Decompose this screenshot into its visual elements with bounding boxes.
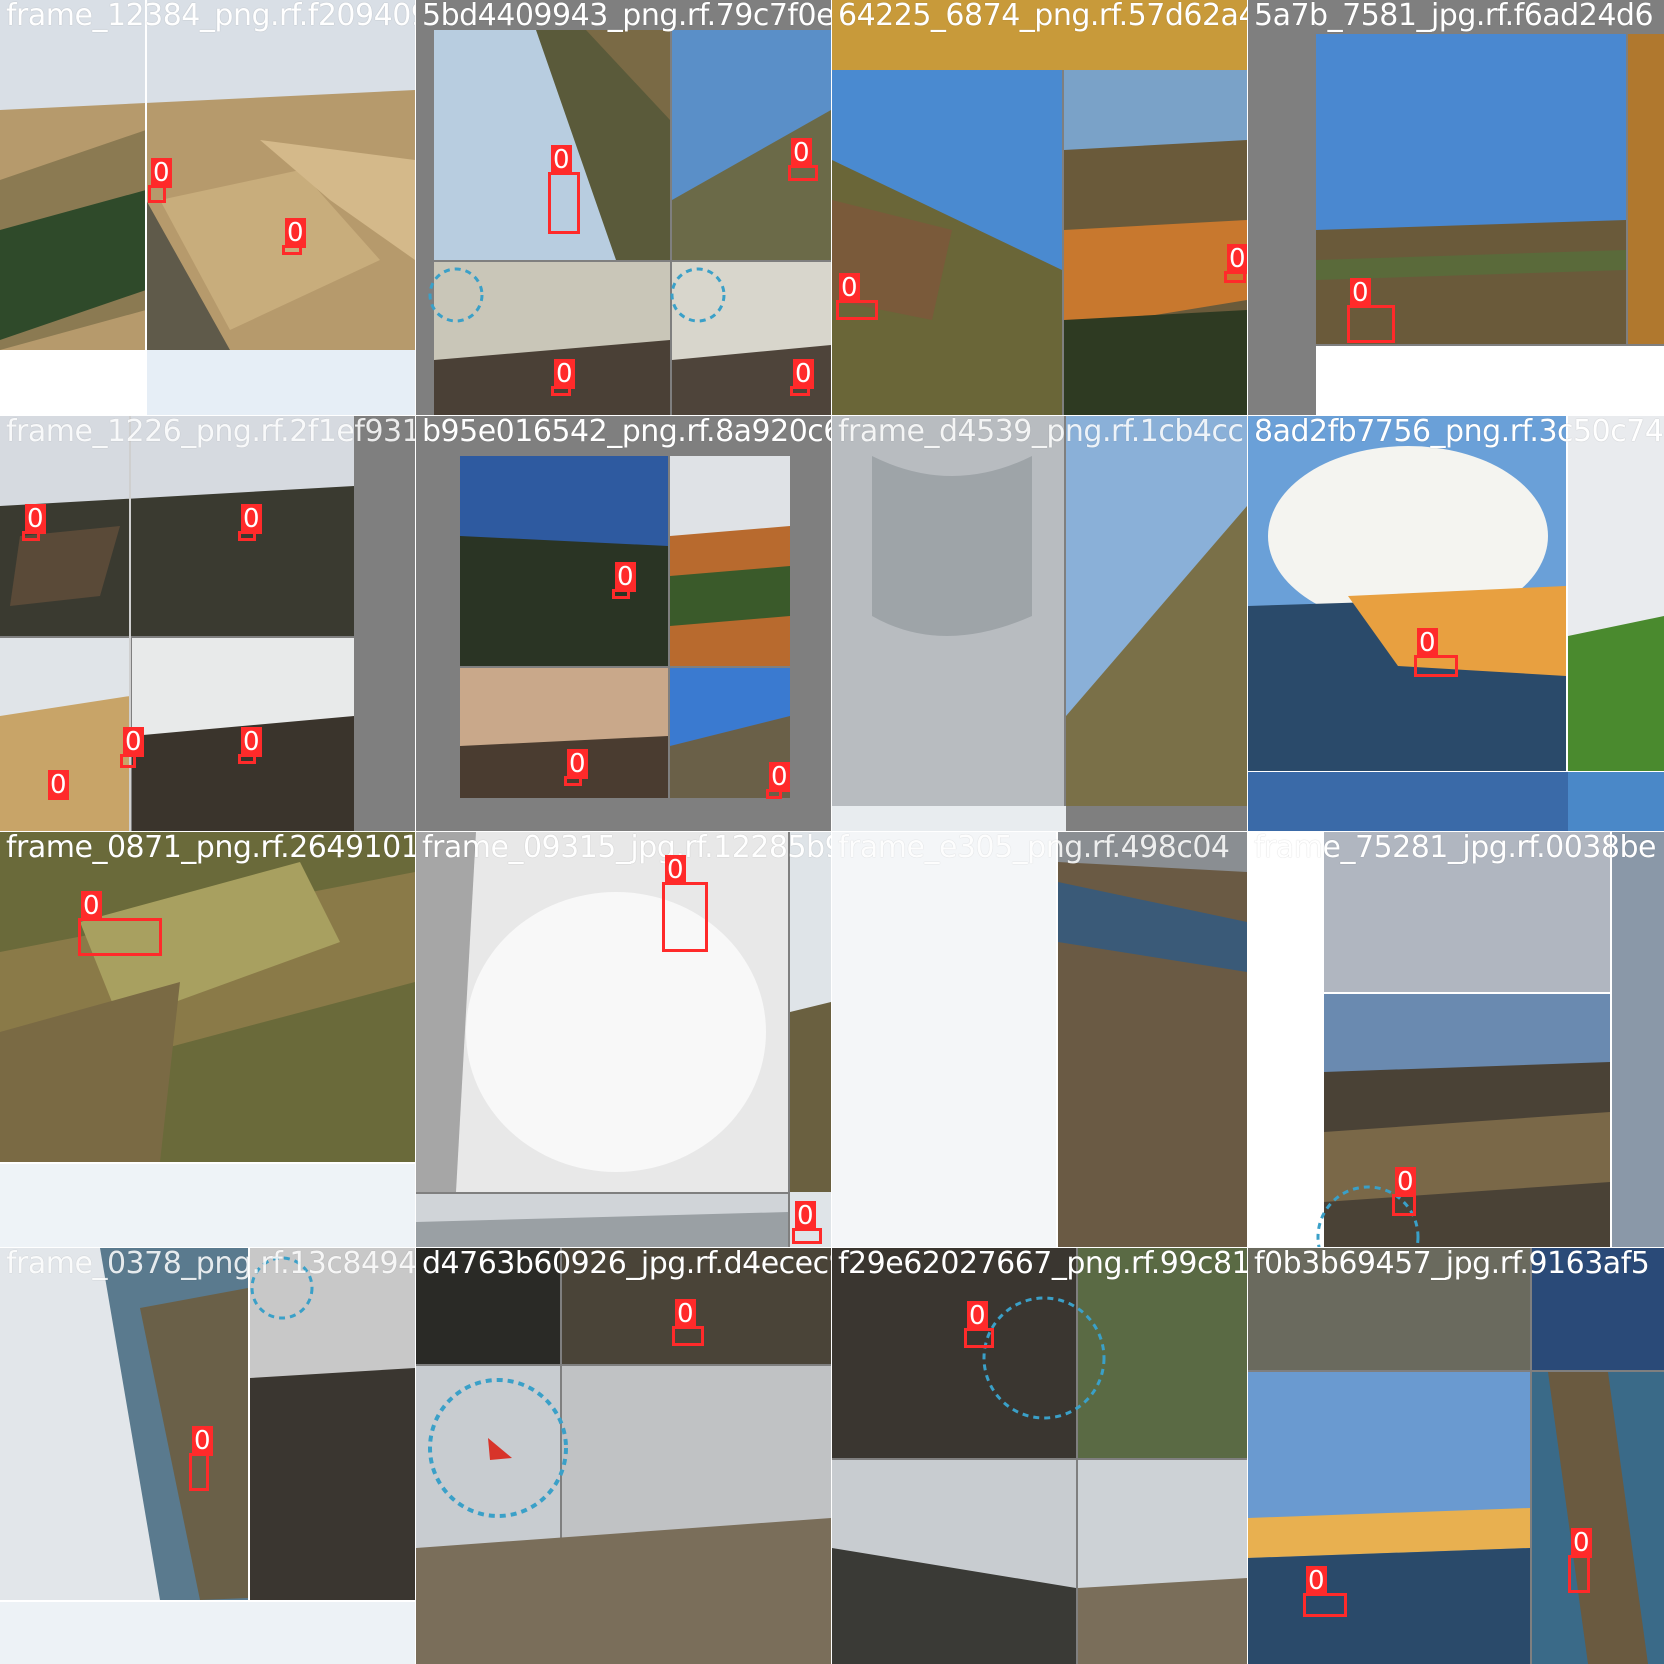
detection-box: 0 [120,727,144,768]
detection-box: 0 [564,749,588,786]
class-label: 0 [791,138,812,168]
class-label: 0 [81,891,102,921]
detection-box: 0 [1414,628,1458,677]
mosaic-tile: frame_0378_png.rf.13c8494 0 [0,1248,415,1664]
mosaic-tile: frame_75281_jpg.rf.0038be 0 [1248,832,1664,1247]
mosaic-tile: frame_12384_png.rf.f2094095 0 0 [0,0,415,415]
class-label: 0 [192,1426,213,1456]
detection-box: 0 [282,218,306,255]
class-label: 0 [25,504,46,534]
aerial-image [832,0,1247,415]
class-label: 0 [567,749,588,779]
class-label: 0 [1417,628,1438,658]
mosaic-tile: d4763b60926_jpg.rf.d4ecec9 0 [416,1248,831,1664]
aerial-image [416,0,831,415]
detection-box: 0 [964,1301,994,1348]
class-label: 0 [795,1201,816,1231]
detection-box: 0 [1347,278,1395,343]
class-label: 0 [554,359,575,389]
class-label: 0 [675,1299,696,1329]
detection-box: 0 [766,762,790,799]
class-label: 0 [48,770,69,800]
aerial-image [416,832,831,1247]
class-label: 0 [1395,1167,1416,1197]
class-label: 0 [1571,1528,1592,1558]
detection-box: 0 [78,891,162,956]
detection-box: 0 [238,504,262,541]
mosaic-tile: 5a7b_7581_jpg.rf.f6ad24d6 0 [1248,0,1664,415]
class-label: 0 [285,218,306,248]
aerial-image [1248,416,1664,831]
detection-box: 0 [551,359,575,396]
detection-box: 0 [189,1426,213,1491]
detection-box: 0 [788,138,818,181]
class-label: 0 [665,855,686,885]
class-label: 0 [967,1301,988,1331]
aerial-image [832,832,1247,1247]
detection-box: 0 [238,727,262,764]
detection-box: 0 [22,504,46,541]
mosaic-tile: frame_1226_png.rf.2f1ef931 0 0 0 0 0 [0,416,415,831]
class-label: 0 [839,273,860,303]
class-label: 0 [551,145,572,175]
class-label: 0 [123,727,144,757]
aerial-image [0,416,415,831]
class-label: 0 [1227,244,1247,274]
mosaic-tile: frame_e305_png.rf.498c04 [832,832,1247,1247]
mosaic-tile: f0b3b69457_jpg.rf.9163af5 0 0 [1248,1248,1664,1664]
class-label: 0 [1306,1566,1327,1596]
mosaic-grid: frame_12384_png.rf.f2094095 0 0 5bd44099… [0,0,1664,1664]
mosaic-tile: 64225_6874_png.rf.57d62a4 0 0 [832,0,1247,415]
detection-box: 0 [148,158,172,203]
aerial-image [1248,0,1664,415]
aerial-image [832,416,1247,831]
class-label: 0 [615,562,636,592]
class-label: 0 [151,158,172,188]
aerial-image [416,1248,831,1664]
aerial-image [0,832,415,1247]
class-label: 0 [241,727,262,757]
mosaic-tile: frame_09315_jpg.rf.12285b9 0 0 [416,832,831,1247]
detection-box: 0 [836,273,878,320]
mosaic-tile: 8ad2fb7756_png.rf.3c50c74 0 [1248,416,1664,831]
class-label: 0 [1350,278,1371,308]
detection-box: 0 [1568,1528,1592,1593]
class-label: 0 [793,359,814,389]
detection-box: 0 [1392,1167,1416,1216]
detection-box: 0 [672,1299,704,1346]
mosaic-tile: b95e016542_png.rf.8a920c6 0 0 0 [416,416,831,831]
detection-box: 0 [662,855,708,952]
detection-box: 0 [548,145,580,234]
mosaic-tile: frame_d4539_png.rf.1cb4cc [832,416,1247,831]
class-label: 0 [769,762,790,792]
mosaic-tile: f29e62027667_png.rf.99c811 0 [832,1248,1247,1664]
detection-box: 0 [790,359,814,396]
detection-box: 0 [1303,1566,1347,1617]
aerial-image [1248,832,1664,1247]
detection-box: 0 [612,562,636,599]
mosaic-tile: 5bd4409943_png.rf.79c7f0ee 0 0 0 0 [416,0,831,415]
aerial-image [832,1248,1247,1664]
detection-box: 0 [792,1201,822,1244]
class-label: 0 [241,504,262,534]
mosaic-tile: frame_0871_png.rf.2649101 0 [0,832,415,1247]
detection-box: 0 [1224,244,1247,283]
aerial-image [0,0,415,415]
detection-box: 0 [48,770,69,812]
